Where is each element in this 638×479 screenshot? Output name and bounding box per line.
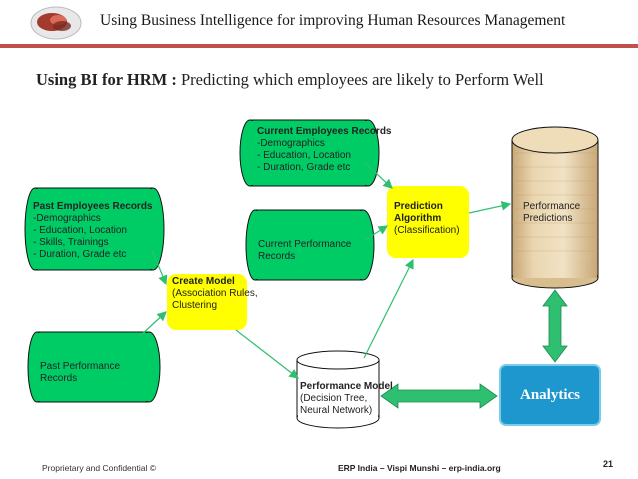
past-records-line: -Demographics bbox=[33, 213, 101, 224]
past-performance-line: Records bbox=[40, 373, 78, 384]
analytics-label: Analytics bbox=[520, 386, 580, 403]
connector-model-to-performance-model bbox=[235, 329, 299, 379]
analytics-box: Analytics bbox=[499, 364, 601, 426]
past-records-label: Past Employees Records -Demographics - E… bbox=[33, 201, 153, 261]
connector-prediction-to-predictions bbox=[468, 201, 512, 214]
footer-credit: ERP India – Vispi Munshi – erp-india.org bbox=[338, 463, 501, 473]
double-arrow-predictions-analytics bbox=[542, 289, 568, 363]
past-records-line: - Education, Location bbox=[33, 225, 127, 236]
past-performance-line: Past Performance bbox=[40, 361, 121, 372]
current-performance-line: Current Performance bbox=[258, 239, 352, 250]
prediction-line: (Classification) bbox=[394, 225, 460, 236]
past-records-line: - Skills, Trainings bbox=[33, 237, 109, 248]
current-records-label: Current Employees Records -Demographics … bbox=[257, 126, 392, 174]
footer-confidential: Proprietary and Confidential © bbox=[42, 463, 156, 473]
prediction-title-line: Prediction bbox=[394, 201, 443, 212]
performance-model-label: Performance Model (Decision Tree, Neural… bbox=[300, 381, 393, 417]
performance-predictions-line: Performance bbox=[523, 201, 581, 212]
performance-model-line: Neural Network) bbox=[300, 405, 373, 416]
past-records-line: - Duration, Grade etc bbox=[33, 249, 127, 260]
current-performance-label: Current Performance Records bbox=[258, 239, 351, 263]
performance-model-line: (Decision Tree, bbox=[300, 393, 368, 404]
connector-past-performance-to-model bbox=[139, 311, 167, 337]
current-records-line: - Duration, Grade etc bbox=[257, 162, 351, 173]
current-records-title: Current Employees Records bbox=[257, 126, 392, 137]
current-performance-line: Records bbox=[258, 251, 296, 262]
connector-performance-model-to-prediction bbox=[363, 258, 414, 359]
create-model-line: Clustering bbox=[172, 300, 218, 311]
performance-model-title: Performance Model bbox=[300, 381, 393, 392]
create-model-label: Create Model (Association Rules, Cluster… bbox=[172, 276, 258, 312]
create-model-line: (Association Rules, bbox=[172, 288, 258, 299]
page-number: 21 bbox=[603, 459, 614, 469]
past-performance-label: Past Performance Records bbox=[40, 361, 120, 385]
performance-predictions-line: Predictions bbox=[523, 213, 573, 224]
create-model-title: Create Model bbox=[172, 276, 235, 287]
performance-predictions-label: Performance Predictions bbox=[523, 201, 580, 225]
past-records-title: Past Employees Records bbox=[33, 201, 153, 212]
double-arrow-model-analytics bbox=[380, 383, 498, 409]
prediction-title-line: Algorithm bbox=[394, 213, 442, 224]
current-records-line: - Education, Location bbox=[257, 150, 351, 161]
current-records-line: -Demographics bbox=[257, 138, 325, 149]
prediction-label: Prediction Algorithm (Classification) bbox=[394, 201, 460, 237]
